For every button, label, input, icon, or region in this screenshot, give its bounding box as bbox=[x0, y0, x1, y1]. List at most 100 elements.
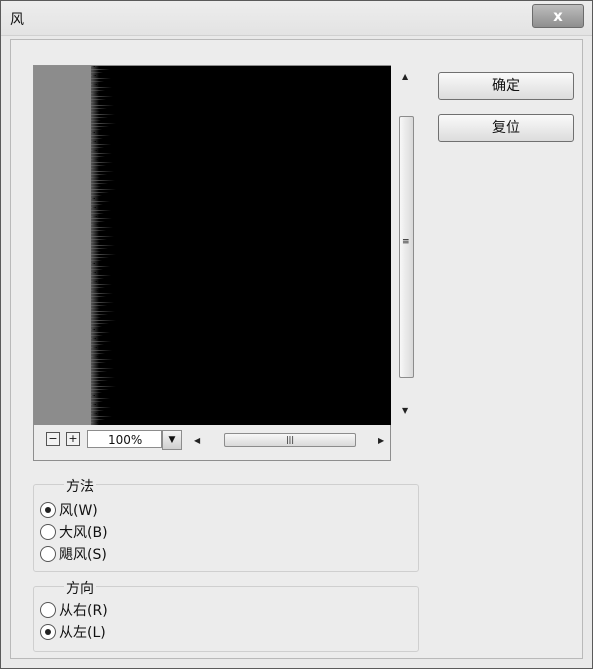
wind-streak bbox=[91, 367, 114, 369]
vertical-scrollbar[interactable]: ▲ ≡ ▼ bbox=[397, 66, 415, 425]
wind-streak bbox=[91, 269, 103, 271]
wind-streak bbox=[91, 365, 99, 366]
wind-streak bbox=[91, 212, 104, 214]
wind-streak bbox=[91, 397, 110, 399]
wind-streak bbox=[91, 80, 104, 82]
title-bar: 风 x bbox=[1, 1, 592, 36]
wind-streak bbox=[91, 251, 101, 253]
close-button[interactable]: x bbox=[532, 4, 584, 28]
wind-streak bbox=[91, 233, 99, 235]
wind-streak bbox=[91, 66, 95, 67]
wind-streak bbox=[91, 254, 116, 256]
wind-streak bbox=[91, 326, 102, 328]
wind-streak bbox=[91, 143, 111, 145]
chevron-down-icon: ▼ bbox=[168, 435, 176, 445]
ok-button[interactable]: 确定 bbox=[438, 72, 574, 100]
scroll-down-icon[interactable]: ▼ bbox=[402, 406, 408, 415]
wind-streak bbox=[91, 113, 115, 115]
radio-button[interactable] bbox=[40, 546, 56, 562]
wind-streak bbox=[91, 406, 111, 408]
wind-streak bbox=[91, 242, 100, 244]
wind-streak bbox=[91, 338, 96, 340]
wind-streak bbox=[91, 281, 97, 283]
wind-streak bbox=[91, 350, 112, 352]
radio-label: 从左(L) bbox=[59, 625, 106, 641]
wind-streak bbox=[91, 311, 115, 313]
wind-streak bbox=[91, 203, 103, 205]
preview-panel: ▲ ≡ ▼ − + 100% ▼ ◀ ||| ▶ bbox=[33, 65, 415, 461]
wind-streak bbox=[91, 421, 98, 423]
wind-streak bbox=[91, 71, 103, 73]
dialog-body: ▲ ≡ ▼ − + 100% ▼ ◀ ||| ▶ 确定 复位 方法 风(W) 大… bbox=[10, 39, 583, 659]
wind-streak bbox=[91, 335, 103, 337]
wind-streak bbox=[91, 332, 110, 334]
wind-streak bbox=[91, 373, 100, 375]
wind-streak bbox=[91, 104, 114, 106]
wind-streak bbox=[91, 215, 97, 217]
wind-streak bbox=[91, 245, 115, 247]
scroll-left-icon[interactable]: ◀ bbox=[194, 436, 200, 445]
wind-streak bbox=[91, 86, 112, 88]
wind-streak bbox=[91, 278, 104, 280]
wind-streak bbox=[91, 385, 116, 387]
wind-streak bbox=[91, 266, 110, 268]
wind-streak bbox=[91, 329, 95, 331]
wind-streak bbox=[91, 209, 111, 211]
wind-streak bbox=[91, 418, 105, 420]
dialog-title: 风 bbox=[10, 12, 24, 28]
wind-streak bbox=[91, 146, 104, 148]
method-group-title: 方法 bbox=[64, 476, 96, 496]
direction-group: 方向 从右(R) 从左(L) bbox=[33, 578, 419, 652]
vertical-scroll-thumb[interactable]: ≡ bbox=[399, 116, 414, 378]
horizontal-scroll-thumb[interactable]: ||| bbox=[224, 433, 356, 447]
wind-streak bbox=[91, 155, 105, 157]
wind-streak bbox=[91, 308, 100, 310]
radio-button[interactable] bbox=[40, 502, 56, 518]
minus-icon: − bbox=[48, 432, 58, 445]
scroll-up-icon[interactable]: ▲ bbox=[402, 72, 408, 81]
wind-streak bbox=[91, 257, 109, 259]
wind-streak bbox=[91, 290, 98, 292]
wind-streak bbox=[91, 191, 109, 193]
zoom-dropdown-button[interactable]: ▼ bbox=[162, 430, 182, 450]
wind-streak bbox=[91, 359, 113, 361]
wind-streak bbox=[91, 140, 96, 142]
wind-streak bbox=[91, 173, 107, 175]
wind-streak bbox=[91, 149, 97, 151]
wind-streak bbox=[91, 128, 102, 130]
scroll-right-icon[interactable]: ▶ bbox=[378, 436, 384, 445]
wind-streak bbox=[91, 77, 111, 79]
wind-streak bbox=[91, 188, 116, 190]
wind-streak bbox=[91, 409, 104, 411]
preview-image[interactable] bbox=[34, 66, 391, 425]
wind-streak bbox=[91, 161, 113, 163]
wind-streak bbox=[91, 95, 113, 97]
wind-streak bbox=[91, 89, 105, 91]
wind-streak bbox=[91, 185, 101, 187]
wind-streak bbox=[91, 412, 97, 414]
wind-streak bbox=[91, 68, 110, 70]
radio-button[interactable] bbox=[40, 602, 56, 618]
zoom-level-field[interactable]: 100% bbox=[87, 430, 162, 448]
wind-streak bbox=[91, 275, 111, 277]
wind-streak bbox=[91, 107, 107, 109]
reset-button[interactable]: 复位 bbox=[438, 114, 574, 142]
wind-streak bbox=[91, 167, 99, 169]
wind-streak bbox=[91, 323, 109, 325]
wind-streak bbox=[91, 134, 110, 136]
radio-button[interactable] bbox=[40, 624, 56, 640]
wind-streak bbox=[91, 206, 96, 208]
radio-label: 飓风(S) bbox=[59, 547, 107, 563]
wind-streak bbox=[91, 182, 108, 184]
wind-streak bbox=[91, 299, 99, 301]
wind-streak bbox=[91, 272, 96, 274]
wind-streak bbox=[91, 302, 114, 304]
radio-button[interactable] bbox=[40, 524, 56, 540]
zoom-out-button[interactable]: − bbox=[46, 432, 60, 446]
wind-streak bbox=[91, 400, 103, 402]
zoom-in-button[interactable]: + bbox=[66, 432, 80, 446]
wind-streak bbox=[91, 200, 110, 202]
wind-streak bbox=[91, 382, 101, 384]
wind-streak bbox=[91, 164, 106, 166]
wind-streak bbox=[91, 356, 98, 358]
